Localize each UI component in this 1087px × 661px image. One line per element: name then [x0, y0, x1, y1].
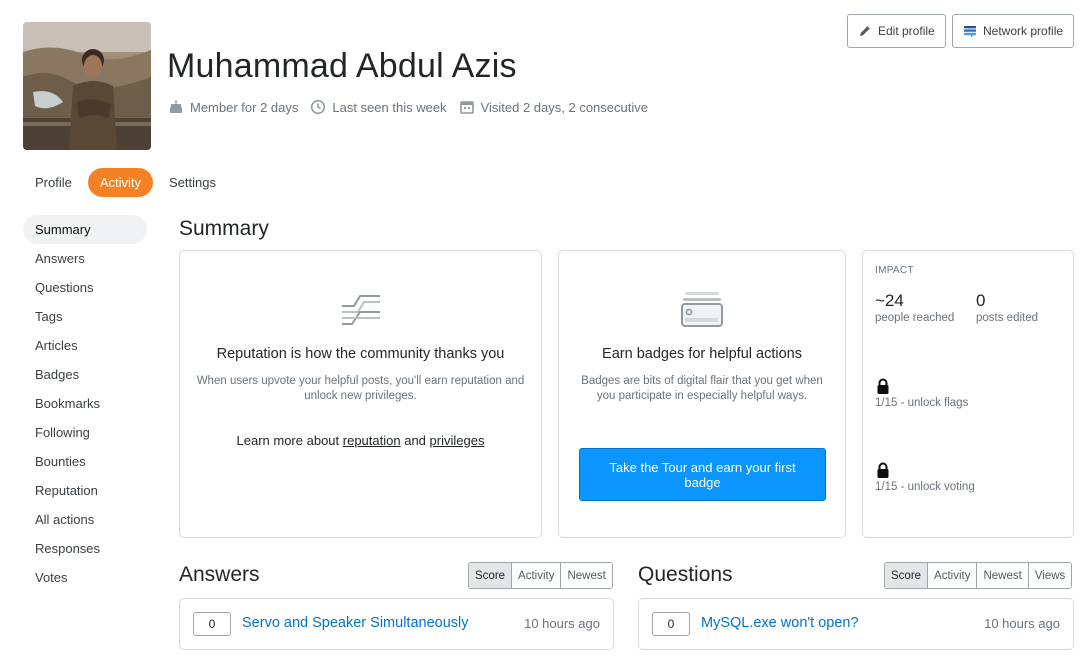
badges-heading: Earn badges for helpful actions: [602, 346, 802, 362]
profile-meta: Member for 2 days Last seen this week Vi…: [168, 99, 648, 115]
sidenav-item-bookmarks[interactable]: Bookmarks: [23, 389, 147, 418]
impact-card: IMPACT ~24 people reached 0 posts edited…: [862, 250, 1074, 538]
reputation-link[interactable]: reputation: [343, 433, 401, 448]
sidenav-item-questions[interactable]: Questions: [23, 273, 147, 302]
visited: Visited 2 days, 2 consecutive: [459, 99, 648, 115]
questions-sort-activity[interactable]: Activity: [927, 563, 977, 588]
privileges-link[interactable]: privileges: [430, 433, 485, 448]
reputation-description: When users upvote your helpful posts, yo…: [196, 375, 525, 402]
sidenav-item-articles[interactable]: Articles: [23, 331, 147, 360]
activity-sidenav: Summary Answers Questions Tags Articles …: [23, 215, 147, 592]
edit-profile-label: Edit profile: [878, 24, 935, 38]
network-profile-label: Network profile: [983, 24, 1064, 38]
answers-sort-newest[interactable]: Newest: [560, 563, 612, 588]
last-seen: Last seen this week: [310, 99, 447, 115]
reputation-card: Reputation is how the community thanks y…: [179, 250, 542, 538]
people-reached-value: ~24: [875, 291, 904, 310]
answers-title: Answers: [179, 563, 260, 586]
answers-sort-activity[interactable]: Activity: [511, 563, 561, 588]
sidenav-item-answers[interactable]: Answers: [23, 244, 147, 273]
questions-title: Questions: [638, 563, 733, 586]
unlock-voting-text: 1/15 - unlock voting: [875, 481, 975, 493]
badge-card-icon: [681, 292, 723, 327]
sidenav-item-tags[interactable]: Tags: [23, 302, 147, 331]
stack-exchange-icon: [964, 26, 976, 38]
sidenav-item-summary[interactable]: Summary: [23, 215, 147, 244]
questions-sort-score[interactable]: Score: [885, 563, 928, 588]
sidenav-item-badges[interactable]: Badges: [23, 360, 147, 389]
badges-card: Earn badges for helpful actions Badges a…: [558, 250, 846, 538]
answer-time: 10 hours ago: [524, 616, 600, 631]
member-for-text: Member for 2 days: [190, 99, 299, 115]
posts-edited-label: posts edited: [976, 312, 1039, 324]
user-name: Muhammad Abdul Azis: [167, 47, 517, 85]
sidenav-item-responses[interactable]: Responses: [23, 534, 147, 563]
posts-edited-value: 0: [976, 291, 986, 310]
badges-description: Badges are bits of digital flair that yo…: [581, 375, 823, 402]
question-title-link[interactable]: MySQL.exe won't open?: [701, 615, 859, 631]
answer-vote-count: 0: [193, 612, 231, 636]
tab-settings[interactable]: Settings: [157, 168, 228, 197]
questions-list: 0 MySQL.exe won't open? 10 hours ago: [638, 598, 1074, 650]
lock-icon: [877, 462, 889, 478]
edit-profile-button[interactable]: Edit profile: [847, 14, 946, 48]
tab-profile[interactable]: Profile: [23, 168, 84, 197]
sidenav-item-reputation[interactable]: Reputation: [23, 476, 147, 505]
take-tour-button[interactable]: Take the Tour and earn your first badge: [579, 448, 826, 501]
reputation-learn-more: Learn more about reputation and privileg…: [180, 433, 541, 448]
cake-icon: [170, 100, 182, 113]
tab-activity[interactable]: Activity: [87, 168, 154, 197]
impact-label: IMPACT: [875, 265, 914, 276]
calendar-icon: [459, 101, 474, 114]
question-time: 10 hours ago: [984, 616, 1060, 631]
reputation-heading: Reputation is how the community thanks y…: [216, 346, 505, 362]
answer-title-link[interactable]: Servo and Speaker Simultaneously: [242, 615, 469, 631]
learn-more-prefix: Learn more about: [236, 433, 340, 448]
answers-sort-score[interactable]: Score: [469, 563, 512, 588]
visited-text: Visited 2 days, 2 consecutive: [480, 99, 648, 115]
sidenav-item-following[interactable]: Following: [23, 418, 147, 447]
unlock-flags-text: 1/15 - unlock flags: [875, 397, 969, 409]
people-reached-stat: ~24 people reached: [875, 291, 954, 324]
answers-sort: Score Activity Newest: [468, 562, 613, 589]
pencil-icon: [860, 26, 870, 36]
questions-sort-newest[interactable]: Newest: [976, 563, 1028, 588]
question-vote-count: 0: [652, 612, 690, 636]
sidenav-item-bounties[interactable]: Bounties: [23, 447, 147, 476]
profile-tabs: Profile Activity Settings: [23, 168, 228, 197]
network-profile-button[interactable]: Network profile: [952, 14, 1075, 48]
sidenav-item-votes[interactable]: Votes: [23, 563, 147, 592]
answers-list: 0 Servo and Speaker Simultaneously 10 ho…: [179, 598, 614, 650]
people-reached-label: people reached: [875, 312, 955, 324]
reputation-chart-icon: [341, 295, 380, 325]
sidenav-item-all-actions[interactable]: All actions: [23, 505, 147, 534]
summary-title: Summary: [179, 217, 269, 240]
member-for: Member for 2 days: [168, 99, 298, 115]
lock-icon: [877, 378, 889, 394]
avatar[interactable]: [23, 22, 151, 150]
clock-icon: [311, 99, 326, 115]
learn-more-and: and: [404, 433, 426, 448]
questions-sort: Score Activity Newest Views: [884, 562, 1073, 589]
questions-sort-views[interactable]: Views: [1027, 563, 1072, 588]
last-seen-text: Last seen this week: [332, 99, 447, 115]
posts-edited-stat: 0 posts edited: [976, 291, 1038, 324]
